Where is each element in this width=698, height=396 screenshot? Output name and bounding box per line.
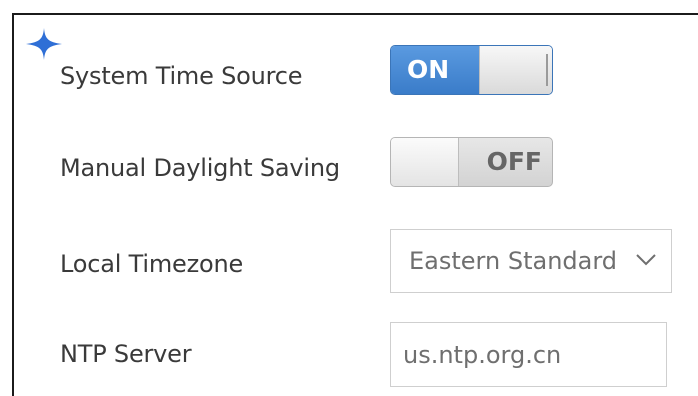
ntp-server-input[interactable] [390, 322, 667, 387]
local-timezone-label: Local Timezone [60, 250, 244, 278]
manual-daylight-saving-toggle[interactable]: OFF [390, 137, 553, 187]
ntp-server-label: NTP Server [60, 340, 192, 368]
toggle-knob [391, 138, 459, 186]
local-timezone-select[interactable]: Eastern Standard [390, 229, 672, 293]
toggle-knob [479, 46, 552, 94]
system-time-source-label: System Time Source [60, 62, 303, 90]
sparkle-icon [26, 28, 62, 60]
selected-timezone: Eastern Standard [409, 247, 618, 275]
toggle-on-text: ON [391, 46, 479, 94]
manual-daylight-saving-label: Manual Daylight Saving [60, 154, 340, 182]
system-time-source-toggle[interactable]: ON [390, 45, 553, 95]
knob-grip [546, 54, 548, 86]
chevron-down-icon [636, 254, 656, 266]
toggle-off-text: OFF [486, 147, 542, 176]
